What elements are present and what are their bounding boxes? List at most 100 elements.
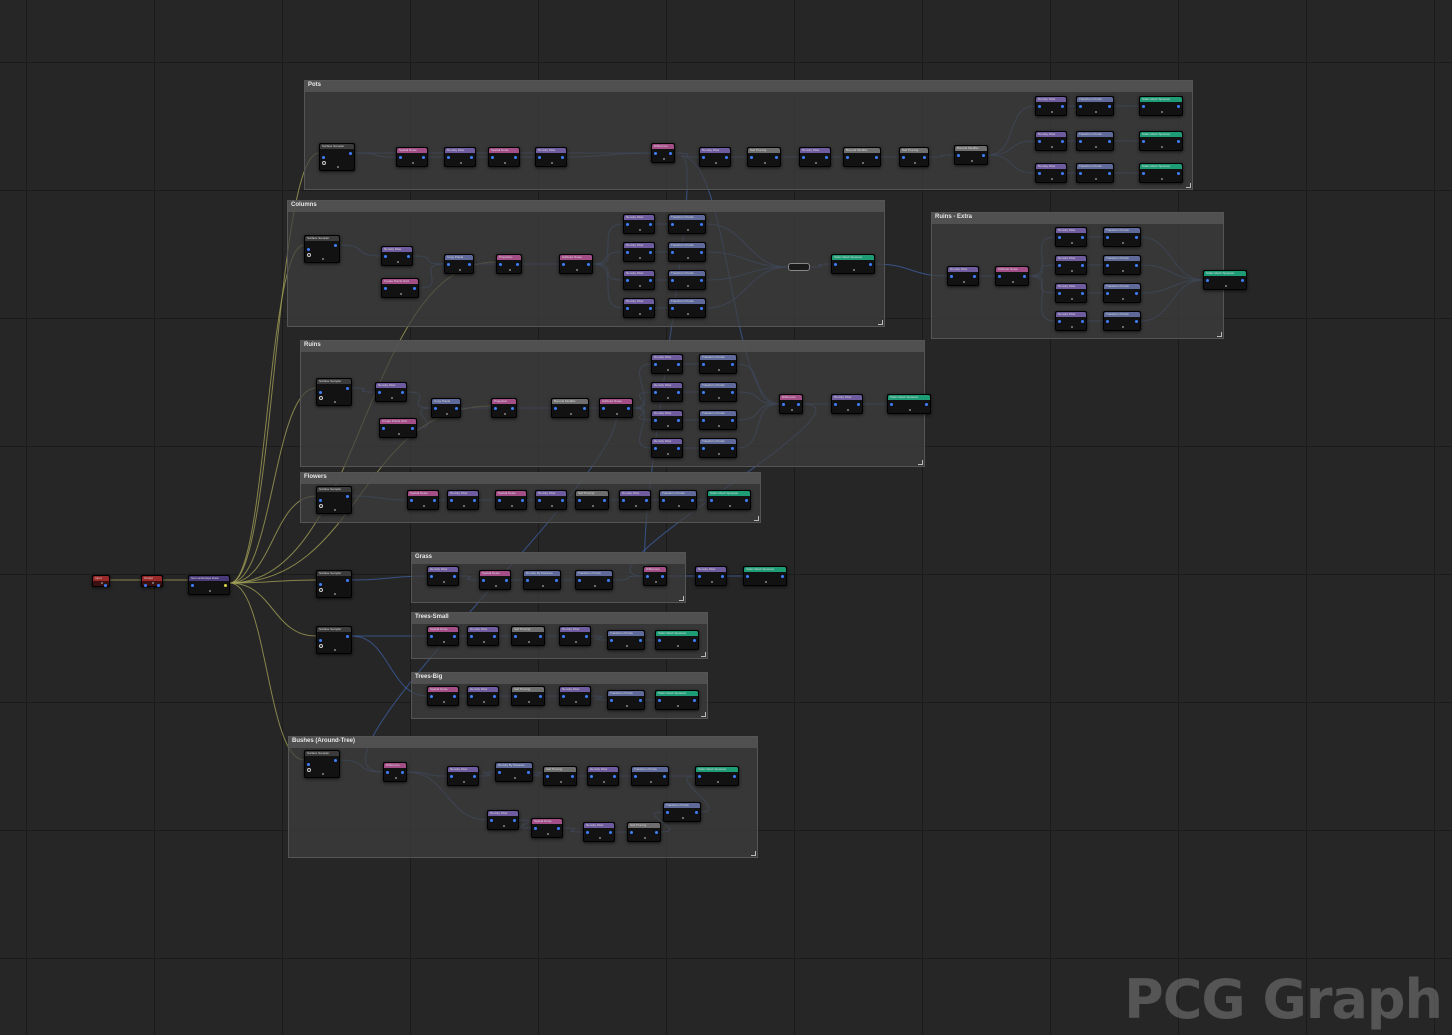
output-pin[interactable] (349, 152, 352, 155)
output-pin[interactable] (561, 499, 564, 502)
landscape-pin[interactable] (319, 588, 323, 592)
output-pin[interactable] (1177, 140, 1180, 143)
input-pin[interactable] (654, 152, 657, 155)
node-density-filter[interactable]: Density Filter (1035, 163, 1067, 183)
node-bounds-modifier[interactable]: Bounds Modifier (551, 398, 589, 418)
input-pin[interactable] (950, 275, 953, 278)
output-pin[interactable] (645, 499, 648, 502)
node-spatial-noise[interactable]: Spatial Noise (427, 686, 459, 706)
input-pin[interactable] (671, 223, 674, 226)
input-pin[interactable] (698, 575, 701, 578)
output-pin[interactable] (1081, 264, 1084, 267)
node-transform-points[interactable]: Transform Points (1103, 283, 1141, 303)
output-pin[interactable] (585, 635, 588, 638)
node-self-pruning[interactable]: Self Pruning (543, 766, 577, 786)
input-pin[interactable] (671, 251, 674, 254)
node-transform-points[interactable]: Transform Points (668, 214, 706, 234)
resize-handle[interactable] (1186, 183, 1191, 188)
output-pin[interactable] (649, 279, 652, 282)
output-pin[interactable] (925, 403, 928, 406)
output-pin[interactable] (627, 407, 630, 410)
node-density-filter[interactable]: Density Filter (1055, 255, 1087, 275)
input-pin[interactable] (430, 695, 433, 698)
node-density-filter[interactable]: Density Filter (444, 147, 476, 167)
output-pin[interactable] (521, 499, 524, 502)
node-transform-points[interactable]: Transform Points (631, 766, 669, 786)
landscape-pin[interactable] (307, 253, 311, 257)
input-pin[interactable] (654, 419, 657, 422)
node-density-filter[interactable]: Density Filter (1035, 96, 1067, 116)
node-density-by-distance[interactable]: Density By Distance (523, 570, 561, 590)
node-density-filter[interactable]: Density Filter (651, 410, 683, 430)
input-pin[interactable] (834, 403, 837, 406)
input-pin[interactable] (1106, 236, 1109, 239)
input-pin[interactable] (319, 639, 322, 642)
input-pin[interactable] (191, 584, 194, 587)
landscape-pin[interactable] (319, 396, 323, 400)
node-density-filter[interactable]: Density Filter (947, 266, 979, 286)
input-pin[interactable] (430, 575, 433, 578)
output-pin[interactable] (401, 771, 404, 774)
input-pin[interactable] (1058, 236, 1061, 239)
output-pin[interactable] (587, 263, 590, 266)
node-density-filter[interactable]: Density Filter (535, 490, 567, 510)
node-static-mesh-spawner[interactable]: Static Mesh Spawner (1203, 270, 1247, 290)
node-difference[interactable]: Difference (779, 394, 803, 414)
output-pin[interactable] (411, 427, 414, 430)
node-surface-sampler[interactable]: Surface Sampler (316, 626, 352, 654)
output-pin[interactable] (693, 639, 696, 642)
input-pin[interactable] (450, 775, 453, 778)
node-density-filter[interactable]: Density Filter (447, 766, 479, 786)
input-pin[interactable] (634, 775, 637, 778)
input-pin[interactable] (957, 154, 960, 157)
output-pin[interactable] (539, 635, 542, 638)
node-static-mesh-spawner[interactable]: Static Mesh Spawner (743, 566, 787, 586)
output-pin[interactable] (733, 775, 736, 778)
node-density-filter[interactable]: Density Filter (1055, 311, 1087, 331)
input-pin[interactable] (658, 639, 661, 642)
node-density-filter[interactable]: Density Filter (467, 626, 499, 646)
output-pin[interactable] (923, 156, 926, 159)
landscape-pin[interactable] (319, 504, 323, 508)
output-pin[interactable] (1135, 292, 1138, 295)
output-pin[interactable] (825, 156, 828, 159)
input-pin[interactable] (498, 499, 501, 502)
output-pin[interactable] (468, 263, 471, 266)
output-pin[interactable] (157, 584, 160, 587)
output-pin[interactable] (639, 639, 642, 642)
node-density-filter[interactable]: Density Filter (381, 246, 413, 266)
node-density-filter[interactable]: Density Filter (623, 298, 655, 318)
node-density-filter[interactable]: Density Filter (1055, 227, 1087, 247)
output-pin[interactable] (775, 156, 778, 159)
input-pin[interactable] (1058, 264, 1061, 267)
input-pin[interactable] (702, 447, 705, 450)
input-pin[interactable] (671, 307, 674, 310)
input-pin[interactable] (610, 699, 613, 702)
node-create-points-grid[interactable]: Create Points Grid (379, 418, 417, 438)
node-density-filter[interactable]: Density Filter (799, 147, 831, 167)
input-pin[interactable] (666, 811, 669, 814)
output-pin[interactable] (857, 403, 860, 406)
resize-handle[interactable] (701, 652, 706, 657)
input-pin[interactable] (1106, 320, 1109, 323)
input-pin[interactable] (1142, 140, 1145, 143)
node-spatial-noise[interactable]: Spatial Noise (531, 818, 563, 838)
node-self-pruning[interactable]: Self Pruning (511, 686, 545, 706)
input-pin[interactable] (498, 771, 501, 774)
node-self-pruning[interactable]: Self Pruning (627, 822, 661, 842)
input-pin[interactable] (890, 403, 893, 406)
node-static-mesh-spawner[interactable]: Static Mesh Spawner (1139, 163, 1183, 183)
input-pin[interactable] (1079, 140, 1082, 143)
output-pin[interactable] (677, 447, 680, 450)
input-pin[interactable] (1038, 172, 1041, 175)
node-static-mesh-spawner[interactable]: Static Mesh Spawner (887, 394, 931, 414)
node-self-pruning[interactable]: Self Pruning (511, 626, 545, 646)
input-pin[interactable] (450, 499, 453, 502)
node-transform-points[interactable]: Transform Points (699, 354, 737, 374)
input-pin[interactable] (307, 248, 310, 251)
output-pin[interactable] (797, 403, 800, 406)
input-pin[interactable] (382, 427, 385, 430)
output-pin[interactable] (693, 699, 696, 702)
node-copy-points[interactable]: Copy Points (444, 254, 474, 274)
output-pin[interactable] (104, 584, 107, 587)
